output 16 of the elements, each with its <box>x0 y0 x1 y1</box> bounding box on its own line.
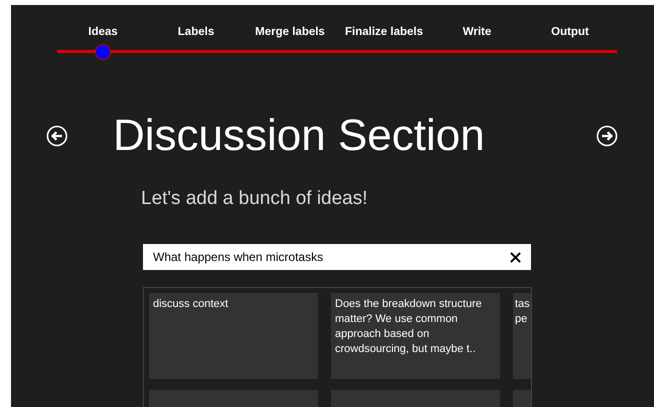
step-tab[interactable]: Ideas <box>88 27 118 38</box>
step-tab[interactable]: Labels <box>178 27 214 38</box>
step-tab[interactable]: Output <box>551 27 589 38</box>
idea-card[interactable]: tas pe <box>513 293 531 379</box>
idea-input-text: What happens when microtasks <box>153 249 324 266</box>
idea-card[interactable]: Does the breakdown structure matter? We use common approach based on crowdsourcing, but maybe t.. <box>331 293 500 379</box>
subtitle: Let's add a bunch of ideas! <box>141 189 369 208</box>
page-title: Discussion Section <box>113 114 485 158</box>
idea-input-field[interactable]: What happens when microtasks <box>143 244 531 270</box>
step-tab[interactable]: Write <box>462 27 492 38</box>
back-arrow-icon[interactable] <box>46 125 68 147</box>
clear-icon[interactable] <box>510 252 521 262</box>
idea-card[interactable]: discuss context <box>149 293 318 379</box>
step-tab[interactable]: Merge labels <box>255 27 325 38</box>
step-tab[interactable]: Finalize labels <box>345 27 423 38</box>
forward-arrow-icon[interactable] <box>596 125 618 147</box>
